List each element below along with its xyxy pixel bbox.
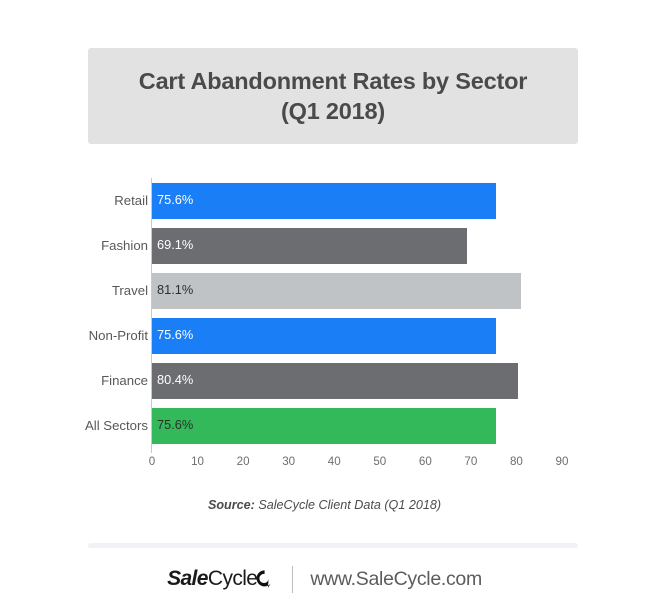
bar-value-label: 81.1% bbox=[157, 282, 194, 298]
bar-row: Fashion 69.1% bbox=[0, 223, 649, 268]
bar-row: Non-Profit 75.6% bbox=[0, 313, 649, 358]
chart-title-line-2: (Q1 2018) bbox=[280, 98, 385, 124]
bar-segment[interactable]: 80.4% bbox=[152, 362, 519, 399]
bar-track: 75.6% bbox=[148, 178, 649, 223]
footer: Sale Cycle www.SaleCycle.com bbox=[0, 562, 649, 596]
bar-value-label: 75.6% bbox=[157, 192, 194, 208]
bar-segment[interactable]: 69.1% bbox=[152, 227, 467, 264]
source-text: SaleCycle Client Data (Q1 2018) bbox=[254, 498, 442, 512]
chart-title-banner: Cart Abandonment Rates by Sector (Q1 201… bbox=[88, 48, 578, 144]
bar-row: All Sectors 75.6% bbox=[0, 403, 649, 448]
bar-rows: Retail 75.6% Fashion 69.1% Travel 81.1% Non-Pr… bbox=[0, 178, 649, 448]
bar-track: 69.1% bbox=[148, 223, 649, 268]
bar-category-label: Retail bbox=[114, 193, 148, 208]
footer-website-url: www.SaleCycle.com bbox=[310, 567, 482, 590]
bar-row: Travel 81.1% bbox=[0, 268, 649, 313]
x-axis: 0 10 20 30 40 50 60 70 80 90 bbox=[0, 453, 649, 475]
bar-track: 75.6% bbox=[148, 403, 649, 448]
swoosh-icon bbox=[256, 569, 272, 588]
x-axis-tick-label: 70 bbox=[464, 455, 478, 468]
x-axis-tick-label: 0 bbox=[148, 455, 156, 468]
bar-track: 81.1% bbox=[148, 268, 649, 313]
bar-segment[interactable]: 75.6% bbox=[152, 317, 497, 354]
bar-category-label: Travel bbox=[111, 283, 148, 298]
x-axis-tick-label: 80 bbox=[509, 455, 523, 468]
x-axis-tick-label: 30 bbox=[282, 455, 296, 468]
bar-value-label: 80.4% bbox=[157, 372, 194, 388]
logo-text-regular: Cycle bbox=[207, 567, 258, 590]
chart-title-line-1: Cart Abandonment Rates by Sector bbox=[138, 67, 528, 94]
page-title: Cart Abandonment Rates by Sector (Q1 201… bbox=[138, 66, 528, 126]
footer-divider-rule bbox=[88, 543, 578, 548]
bar-segment[interactable]: 81.1% bbox=[152, 272, 522, 309]
bar-row: Finance 80.4% bbox=[0, 358, 649, 403]
bar-track: 75.6% bbox=[148, 313, 649, 358]
x-axis-tick-label: 50 bbox=[373, 455, 387, 468]
bar-chart: Retail 75.6% Fashion 69.1% Travel 81.1% Non-Pr… bbox=[0, 168, 649, 468]
bar-category-label: Finance bbox=[101, 373, 148, 388]
x-axis-tick-label: 90 bbox=[555, 455, 569, 468]
bar-category-label: Non-Profit bbox=[88, 328, 148, 343]
bar-segment[interactable]: 75.6% bbox=[152, 407, 497, 444]
bar-track: 80.4% bbox=[148, 358, 649, 403]
bar-value-label: 69.1% bbox=[157, 237, 194, 253]
bar-value-label: 75.6% bbox=[157, 327, 194, 343]
bar-row: Retail 75.6% bbox=[0, 178, 649, 223]
source-label: Source: bbox=[207, 498, 255, 512]
bar-category-label: All Sectors bbox=[84, 418, 148, 433]
bar-category-label: Fashion bbox=[101, 238, 148, 253]
source-note: Source: SaleCycle Client Data (Q1 2018) bbox=[0, 498, 649, 512]
x-axis-tick-label: 60 bbox=[418, 455, 432, 468]
x-axis-tick-label: 10 bbox=[191, 455, 204, 468]
bar-segment[interactable]: 75.6% bbox=[152, 182, 497, 219]
logo-text-bold: Sale bbox=[167, 567, 208, 590]
x-axis-tick-label: 20 bbox=[236, 455, 250, 468]
x-axis-tick-label: 40 bbox=[327, 455, 341, 468]
salecycle-logo: Sale Cycle bbox=[167, 567, 275, 591]
bar-value-label: 75.6% bbox=[157, 417, 194, 433]
footer-separator bbox=[292, 565, 294, 593]
